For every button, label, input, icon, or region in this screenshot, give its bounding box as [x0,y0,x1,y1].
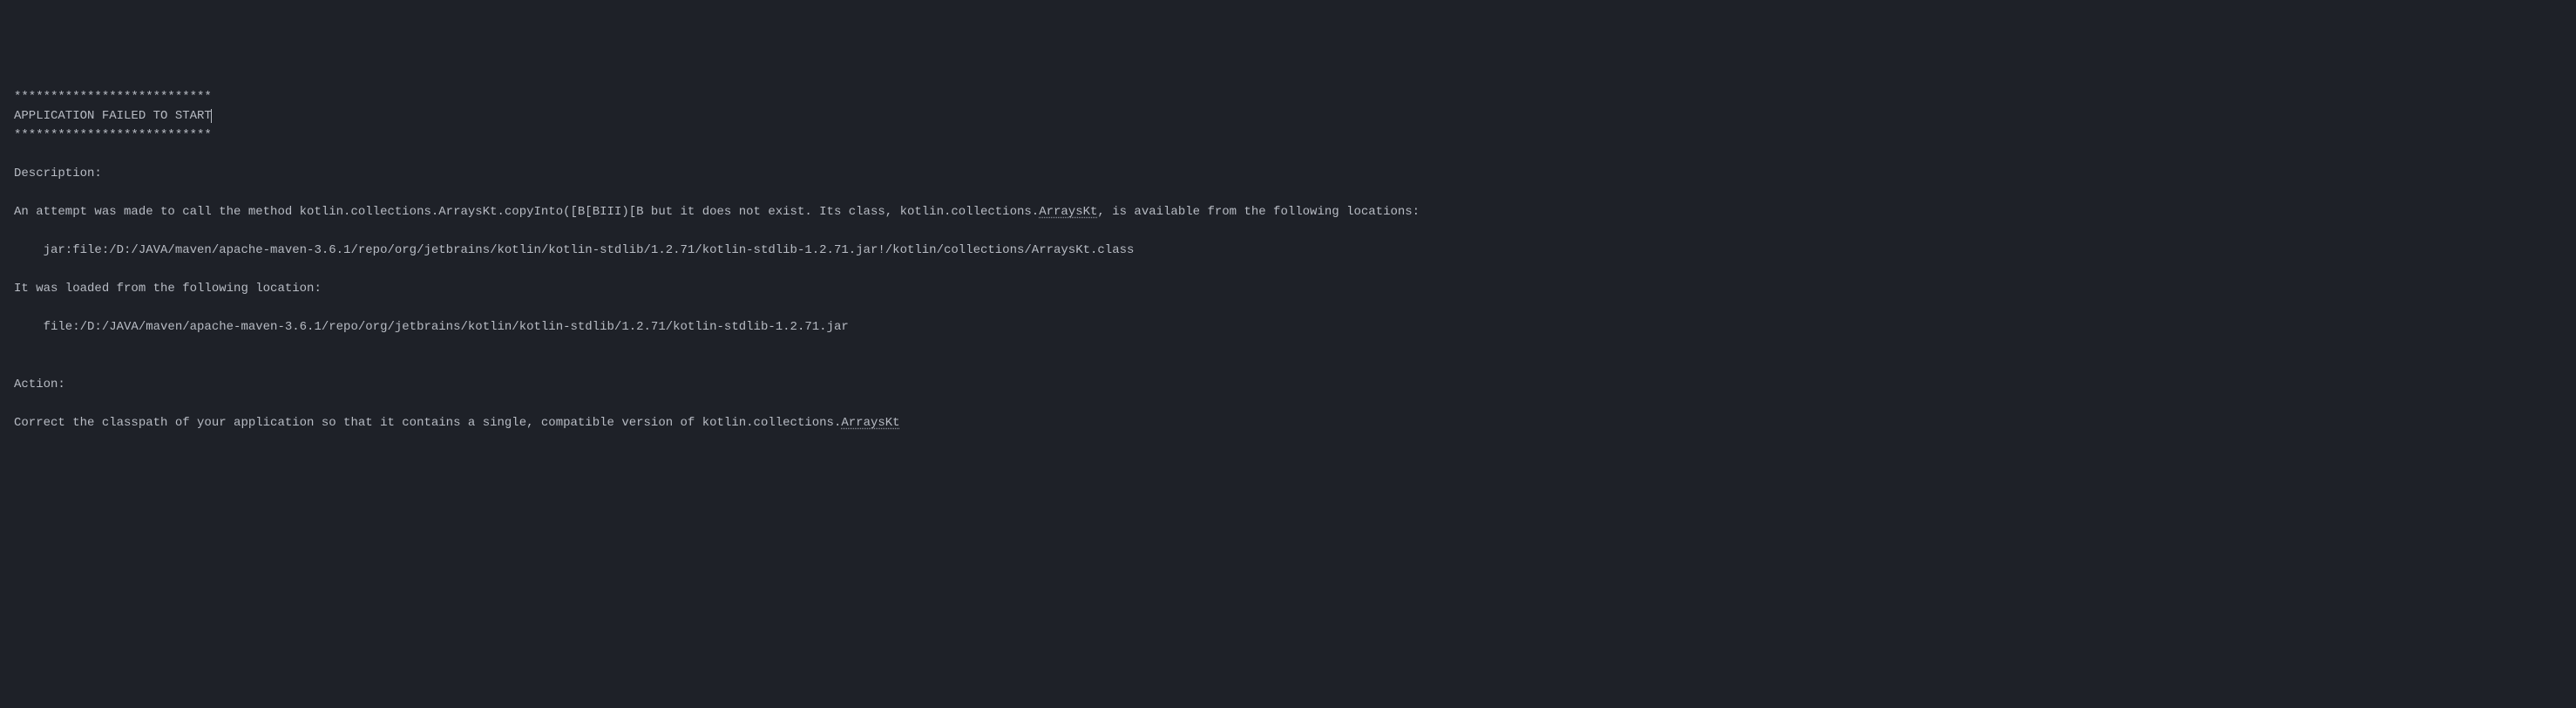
description-suffix: , is available from the following locati… [1097,205,1420,219]
class-name-link[interactable]: ArraysKt [1039,205,1097,219]
console-line [14,298,2562,317]
console-line-action-text: Correct the classpath of your applicatio… [14,413,2562,432]
console-line [14,183,2562,202]
class-name-link[interactable]: ArraysKt [841,416,899,430]
console-output[interactable]: *************************** APPLICATION F… [14,87,2562,432]
console-line-title: APPLICATION FAILED TO START [14,106,2562,126]
console-line [14,260,2562,279]
console-line [14,394,2562,413]
console-line-description-header: Description: [14,164,2562,183]
console-line-jar-location: jar:file:/D:/JAVA/maven/apache-maven-3.6… [14,241,2562,260]
console-line-file-location: file:/D:/JAVA/maven/apache-maven-3.6.1/r… [14,317,2562,337]
error-title: APPLICATION FAILED TO START [14,109,212,123]
console-line-description-text: An attempt was made to call the method k… [14,202,2562,221]
console-line [14,356,2562,375]
console-line [14,337,2562,356]
description-prefix: An attempt was made to call the method k… [14,205,1039,219]
console-line: *************************** [14,87,2562,106]
text-cursor [211,109,212,123]
console-line [14,145,2562,164]
console-line [14,221,2562,241]
console-line: *************************** [14,126,2562,145]
action-prefix: Correct the classpath of your applicatio… [14,416,841,430]
console-line-loaded-from: It was loaded from the following locatio… [14,279,2562,298]
console-line-action-header: Action: [14,375,2562,394]
